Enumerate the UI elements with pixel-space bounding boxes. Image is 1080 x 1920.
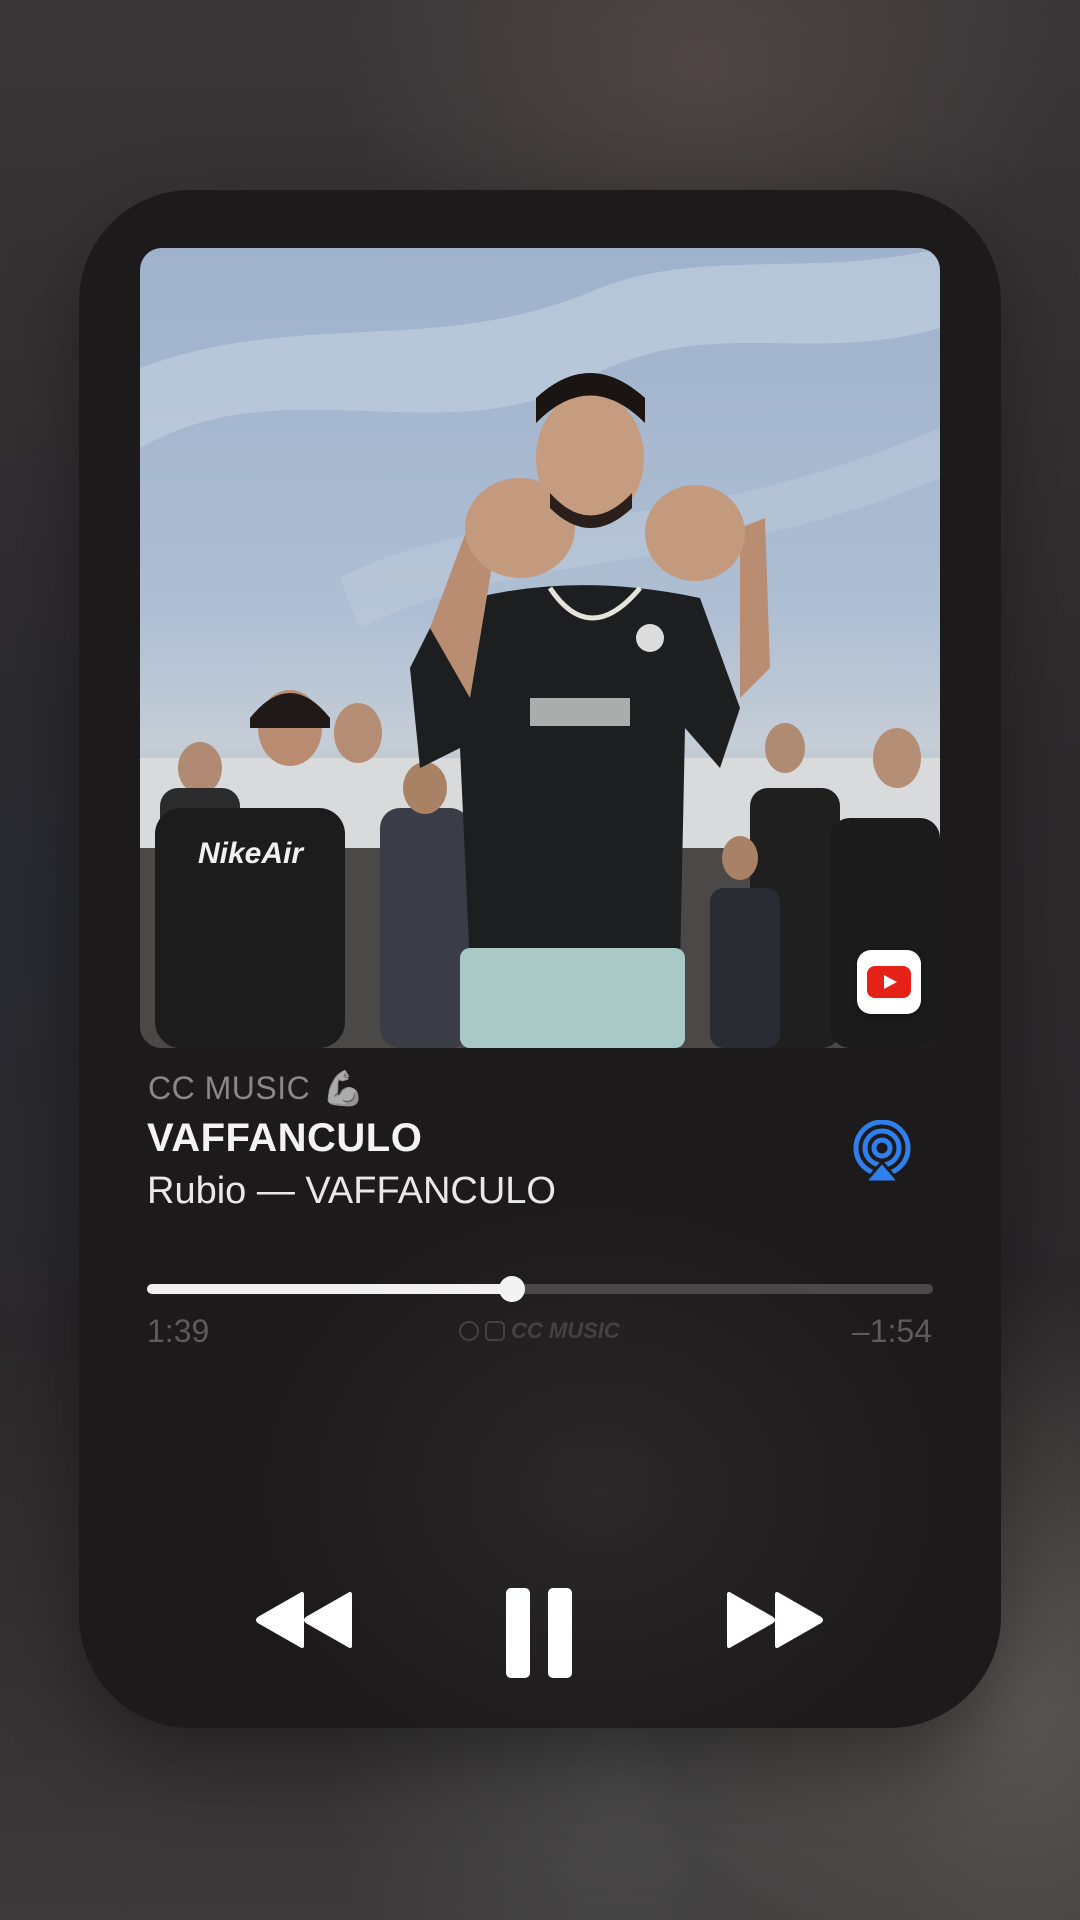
source-label: CC MUSIC	[148, 1070, 311, 1106]
flexed-biceps-icon: 💪	[322, 1069, 365, 1108]
track-subtitle: Rubio — VAFFANCULO	[147, 1170, 556, 1212]
source-row: CC MUSIC 💪	[148, 1070, 365, 1107]
watermark: CC MUSIC	[459, 1318, 620, 1344]
airplay-button[interactable]	[851, 1119, 913, 1184]
fast-forward-button[interactable]	[720, 1585, 830, 1655]
album-artwork[interactable]: NikeAir	[140, 248, 940, 1048]
track-title: VAFFANCULO	[147, 1116, 423, 1160]
youtube-badge[interactable]	[857, 950, 921, 1014]
fast-forward-icon	[727, 1592, 823, 1648]
svg-text:NikeAir: NikeAir	[198, 837, 305, 870]
artwork-image: NikeAir	[140, 248, 940, 1048]
time-elapsed: 1:39	[147, 1313, 210, 1349]
now-playing-card: NikeAir CC MUSIC 💪 VAFFANCULO Rubio — VA…	[79, 190, 1001, 1728]
watermark-label: CC MUSIC	[511, 1318, 620, 1343]
rewind-icon	[256, 1592, 352, 1648]
time-remaining: –1:54	[851, 1313, 932, 1349]
youtube-icon	[867, 966, 911, 998]
pause-button[interactable]	[497, 1583, 581, 1683]
airplay-audio-icon	[853, 1119, 911, 1184]
progress-fill	[147, 1284, 513, 1294]
instagram-icon	[485, 1321, 505, 1341]
rewind-button[interactable]	[249, 1585, 359, 1655]
progress-thumb[interactable]	[499, 1276, 526, 1302]
tiktok-icon	[459, 1321, 479, 1341]
pause-icon	[506, 1588, 572, 1678]
progress-slider[interactable]	[147, 1276, 933, 1302]
